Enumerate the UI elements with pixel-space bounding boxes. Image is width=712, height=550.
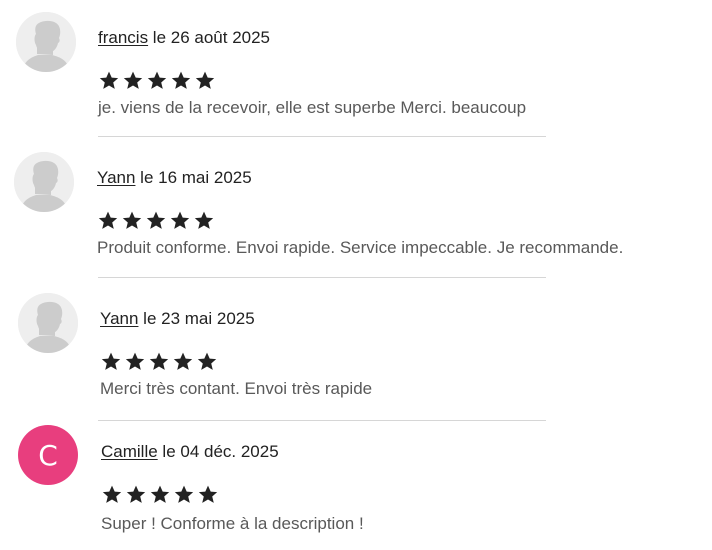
star-icon [195, 71, 215, 89]
star-icon [99, 71, 119, 89]
star-icon [126, 485, 146, 503]
star-icon [98, 211, 118, 229]
review-meta: Yann le 16 mai 2025 [97, 168, 252, 188]
star-icon [122, 211, 142, 229]
star-icon [198, 485, 218, 503]
star-icon [173, 352, 193, 370]
review-text: je. viens de la recevoir, elle est super… [98, 98, 527, 117]
review-date: le 26 août 2025 [148, 28, 271, 47]
default-avatar-icon [18, 293, 78, 353]
star-rating [101, 484, 219, 508]
review-text: Merci très contant. Envoi très rapide [100, 379, 373, 398]
star-rating [100, 351, 218, 375]
default-avatar-icon [16, 12, 76, 72]
review-date: le 04 déc. 2025 [157, 442, 279, 461]
divider [98, 136, 546, 137]
avatar-letter: C [38, 438, 58, 472]
star-icon [147, 71, 167, 89]
review-text: Produit conforme. Envoi rapide. Service … [97, 238, 624, 257]
star-icon [174, 485, 194, 503]
star-icon [150, 485, 170, 503]
author-link[interactable]: Yann [97, 168, 135, 187]
avatar [14, 152, 74, 212]
review-meta: francis le 26 août 2025 [98, 28, 270, 48]
avatar: C [18, 425, 78, 485]
avatar [18, 293, 78, 353]
star-rating [97, 210, 215, 234]
star-rating [98, 70, 216, 94]
star-icon [194, 211, 214, 229]
author-link[interactable]: Yann [100, 309, 138, 328]
star-icon [101, 352, 121, 370]
author-link[interactable]: francis [98, 28, 148, 47]
default-avatar-icon [14, 152, 74, 212]
star-icon [102, 485, 122, 503]
star-icon [123, 71, 143, 89]
review-text: Super ! Conforme à la description ! [101, 514, 364, 533]
divider [98, 420, 546, 421]
author-link[interactable]: Camille [101, 442, 158, 461]
avatar [16, 12, 76, 72]
star-icon [125, 352, 145, 370]
review-meta: Yann le 23 mai 2025 [100, 309, 255, 329]
star-icon [197, 352, 217, 370]
star-icon [170, 211, 190, 229]
star-icon [146, 211, 166, 229]
review-date: le 16 mai 2025 [135, 168, 252, 187]
divider [98, 277, 546, 278]
review-meta: Camille le 04 déc. 2025 [101, 442, 279, 462]
star-icon [149, 352, 169, 370]
review-date: le 23 mai 2025 [138, 309, 255, 328]
star-icon [171, 71, 191, 89]
